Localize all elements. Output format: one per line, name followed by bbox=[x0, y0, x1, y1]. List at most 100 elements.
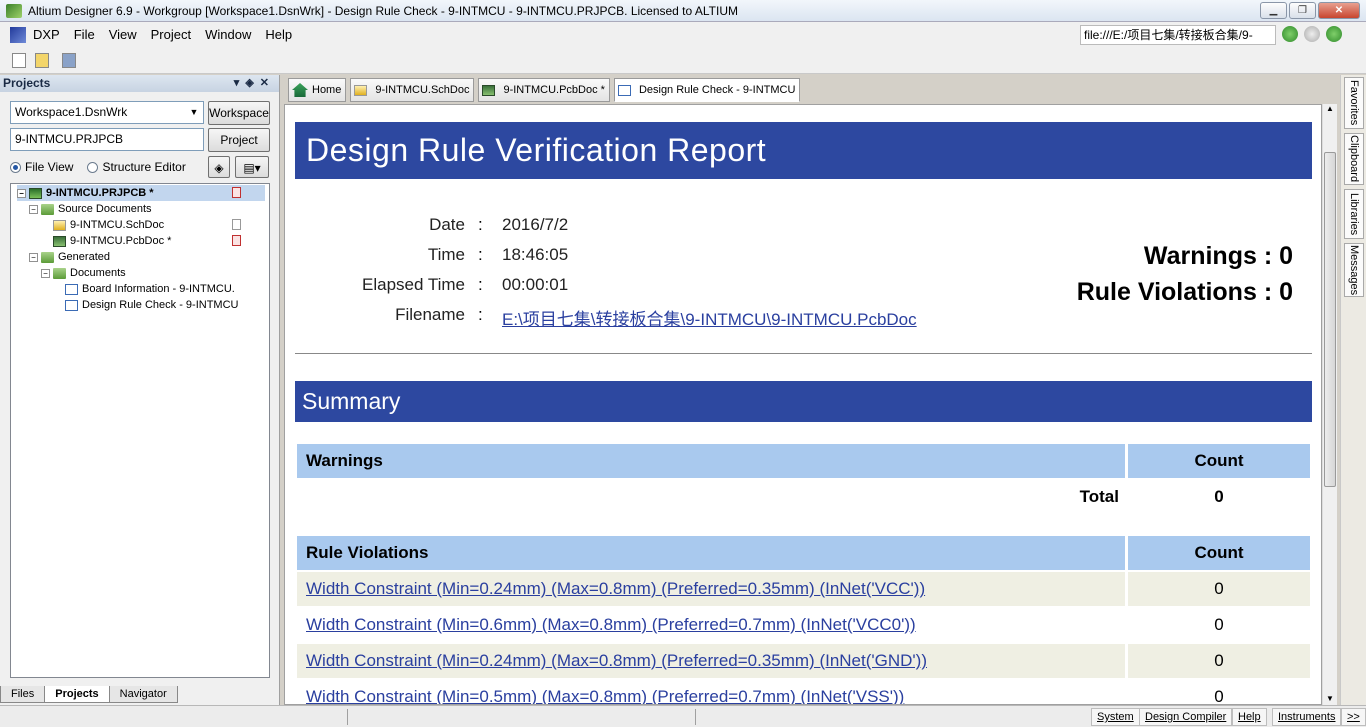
rule-link[interactable]: Width Constraint (Min=0.24mm) (Max=0.8mm… bbox=[297, 579, 925, 598]
status-help-button[interactable]: Help bbox=[1232, 708, 1267, 726]
collapse-icon: − bbox=[17, 188, 26, 198]
projects-panel-title: Projects ▾◈✕ bbox=[0, 75, 279, 92]
tree-item-board-information[interactable]: Board Information - 9-INTMCU. bbox=[65, 281, 235, 297]
pcb-doc-icon bbox=[482, 84, 496, 96]
modified-doc-icon bbox=[232, 187, 241, 198]
rule-count: 0 bbox=[1128, 680, 1310, 704]
project-tree: −9-INTMCU.PRJPCB * − Source Documents 9-I… bbox=[10, 183, 270, 678]
document-options-icon[interactable]: ▤▾ bbox=[235, 156, 269, 178]
tab-schdoc[interactable]: 9-INTMCU.SchDoc bbox=[350, 78, 475, 102]
schematic-doc-icon bbox=[53, 219, 66, 231]
workspace-select[interactable]: Workspace1.DsnWrk ▼ bbox=[10, 101, 204, 124]
rule-link[interactable]: Width Constraint (Min=0.5mm) (Max=0.8mm)… bbox=[297, 687, 904, 704]
date-colon: : bbox=[478, 215, 483, 234]
go-icon[interactable] bbox=[1326, 26, 1342, 42]
project-field[interactable]: 9-INTMCU.PRJPCB bbox=[10, 128, 204, 151]
minimize-button[interactable]: ▁ bbox=[1260, 2, 1287, 19]
total-value: 0 bbox=[1214, 487, 1224, 506]
warnings-stat: Warnings : 0 bbox=[1143, 242, 1293, 270]
elapsed-label: Elapsed Time bbox=[362, 275, 465, 294]
tree-item-design-rule-check[interactable]: Design Rule Check - 9-INTMCU bbox=[65, 297, 238, 313]
pcb-project-icon bbox=[29, 187, 42, 199]
layers-icon[interactable] bbox=[62, 53, 76, 68]
menu-help[interactable]: Help bbox=[258, 22, 299, 48]
tab-home[interactable]: Home bbox=[288, 78, 347, 102]
time-label: Time bbox=[427, 245, 465, 264]
scroll-down-icon[interactable]: ▼ bbox=[1326, 694, 1334, 703]
tab-projects[interactable]: Projects bbox=[44, 686, 110, 703]
maximize-button[interactable]: ❐ bbox=[1289, 2, 1316, 19]
structure-editor-radio[interactable] bbox=[87, 161, 99, 173]
menu-file[interactable]: File bbox=[67, 22, 102, 48]
filename-label: Filename bbox=[395, 305, 465, 324]
forward-arrow-icon[interactable] bbox=[1304, 26, 1320, 42]
address-input[interactable]: file:///E:/项目七集/转接板合集/9- bbox=[1080, 25, 1276, 45]
open-folder-icon[interactable] bbox=[35, 53, 49, 68]
status-system-button[interactable]: System bbox=[1091, 708, 1140, 726]
tab-messages[interactable]: Messages bbox=[1344, 243, 1364, 297]
rule-link[interactable]: Width Constraint (Min=0.6mm) (Max=0.8mm)… bbox=[297, 615, 916, 634]
rule-count: 0 bbox=[1128, 572, 1310, 606]
title-bar: Altium Designer 6.9 - Workgroup [Workspa… bbox=[0, 0, 1366, 22]
tab-files[interactable]: Files bbox=[0, 686, 46, 703]
report-title: Design Rule Verification Report bbox=[295, 122, 1312, 179]
rule-count: 0 bbox=[1128, 608, 1310, 642]
folder-icon bbox=[53, 267, 66, 279]
report-doc-icon bbox=[65, 299, 78, 311]
status-design-compiler-button[interactable]: Design Compiler bbox=[1139, 708, 1233, 726]
status-more-button[interactable]: >> bbox=[1341, 708, 1366, 726]
tree-item-source-documents[interactable]: − Source Documents bbox=[29, 201, 152, 217]
new-document-icon[interactable] bbox=[12, 53, 26, 68]
back-arrow-icon[interactable] bbox=[1282, 26, 1298, 42]
tree-item-documents[interactable]: − Documents bbox=[41, 265, 126, 281]
menu-project[interactable]: Project bbox=[144, 22, 198, 48]
menu-view[interactable]: View bbox=[102, 22, 144, 48]
document-tabs: Home 9-INTMCU.SchDoc 9-INTMCU.PcbDoc * D… bbox=[284, 78, 1336, 104]
violations-stat: Rule Violations : 0 bbox=[1076, 278, 1293, 306]
file-view-label: File View bbox=[25, 160, 74, 174]
modified-doc-icon bbox=[232, 235, 241, 246]
tree-item-generated[interactable]: − Generated bbox=[29, 249, 110, 265]
filename-link[interactable]: E:\项目七集\转接板合集\9-INTMCU\9-INTMCU.PcbDoc bbox=[502, 305, 917, 330]
chevron-down-icon: ▼ bbox=[189, 107, 199, 117]
date-label: Date bbox=[429, 215, 465, 234]
tab-favorites[interactable]: Favorites bbox=[1344, 77, 1364, 129]
panel-controls-icon[interactable]: ▾◈✕ bbox=[234, 75, 275, 92]
report-scrollbar[interactable]: ▲ ▼ bbox=[1322, 104, 1337, 705]
rule-link[interactable]: Width Constraint (Min=0.24mm) (Max=0.8mm… bbox=[297, 651, 927, 670]
close-button[interactable]: ✕ bbox=[1318, 2, 1360, 19]
menu-dxp[interactable]: DXP bbox=[26, 22, 67, 48]
pcb-doc-icon bbox=[53, 235, 66, 247]
elapsed-value: 00:00:01 bbox=[502, 275, 569, 294]
workspace-button[interactable]: Workspace bbox=[208, 101, 270, 125]
scroll-thumb[interactable] bbox=[1324, 152, 1336, 487]
project-button[interactable]: Project bbox=[208, 128, 270, 152]
menu-window[interactable]: Window bbox=[198, 22, 258, 48]
tab-libraries[interactable]: Libraries bbox=[1344, 189, 1364, 239]
collapse-icon: − bbox=[29, 204, 38, 214]
tree-item-schdoc[interactable]: 9-INTMCU.SchDoc bbox=[53, 217, 265, 233]
collapse-icon: − bbox=[41, 268, 50, 278]
date-value: 2016/7/2 bbox=[502, 215, 569, 234]
tab-design-rule-check[interactable]: Design Rule Check - 9-INTMCU bbox=[613, 78, 801, 102]
tab-pcbdoc[interactable]: 9-INTMCU.PcbDoc * bbox=[478, 78, 610, 102]
window-title: Altium Designer 6.9 - Workgroup [Workspa… bbox=[28, 3, 738, 18]
scroll-up-icon[interactable]: ▲ bbox=[1326, 104, 1334, 113]
tree-item-pcbdoc[interactable]: 9-INTMCU.PcbDoc * bbox=[53, 233, 265, 249]
tab-navigator[interactable]: Navigator bbox=[108, 686, 178, 703]
divider bbox=[295, 353, 1312, 354]
report-doc-icon bbox=[617, 84, 631, 96]
total-label: Total bbox=[1079, 487, 1119, 506]
tab-clipboard[interactable]: Clipboard bbox=[1344, 133, 1364, 185]
schematic-doc-icon bbox=[354, 84, 368, 96]
status-instruments-button[interactable]: Instruments bbox=[1272, 708, 1342, 726]
home-icon bbox=[292, 83, 308, 97]
tree-item-project[interactable]: −9-INTMCU.PRJPCB * bbox=[17, 185, 265, 201]
rule-violations-header: Rule Violations bbox=[297, 536, 1125, 570]
rule-violations-count-header: Count bbox=[1128, 536, 1310, 570]
layers-view-icon[interactable]: ◈ bbox=[208, 156, 230, 178]
side-panel-tabs: Favorites Clipboard Libraries Messages bbox=[1340, 75, 1366, 705]
collapse-icon: − bbox=[29, 252, 38, 262]
main-toolbar bbox=[0, 48, 1366, 74]
file-view-radio[interactable] bbox=[10, 161, 21, 173]
